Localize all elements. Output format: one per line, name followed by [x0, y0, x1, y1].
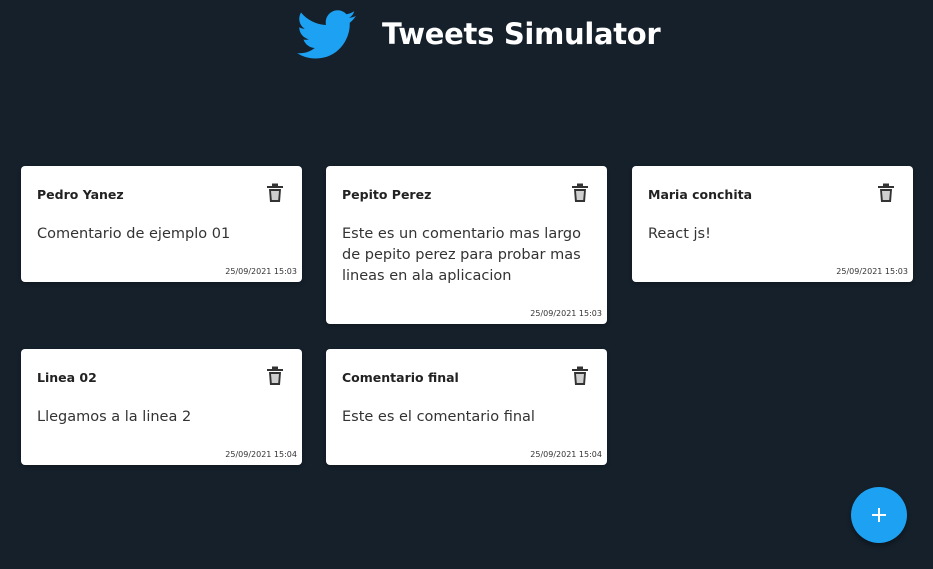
- tweet-date: 25/09/2021 15:03: [836, 267, 908, 276]
- tweet-date: 25/09/2021 15:04: [225, 450, 297, 459]
- app-header: Tweets Simulator: [0, 0, 933, 75]
- plus-icon: [872, 508, 886, 522]
- trash-icon[interactable]: [266, 183, 284, 203]
- tweet-text: Comentario de ejemplo 01: [37, 226, 231, 242]
- tweet-card: Linea 02 Llegamos a la linea 2 25/09/202…: [21, 349, 302, 465]
- tweet-user: Linea 02: [37, 370, 97, 385]
- tweet-text: Este es un comentario mas largo de pepit…: [342, 226, 581, 284]
- twitter-bird-icon: [297, 10, 356, 59]
- trash-icon[interactable]: [571, 183, 589, 203]
- tweet-user: Comentario final: [342, 370, 459, 385]
- trash-icon[interactable]: [877, 183, 895, 203]
- tweet-card: Maria conchita React js! 25/09/2021 15:0…: [632, 166, 913, 282]
- tweet-date: 25/09/2021 15:04: [530, 450, 602, 459]
- tweet-text: React js!: [648, 226, 711, 242]
- tweet-text: Este es el comentario final: [342, 409, 535, 425]
- add-tweet-button[interactable]: [851, 487, 907, 543]
- tweet-user: Pedro Yanez: [37, 187, 124, 202]
- trash-icon[interactable]: [266, 366, 284, 386]
- tweet-card: Comentario final Este es el comentario f…: [326, 349, 607, 465]
- tweet-user: Maria conchita: [648, 187, 753, 202]
- tweet-card: Pepito Perez Este es un comentario mas l…: [326, 166, 607, 324]
- tweet-date: 25/09/2021 15:03: [225, 267, 297, 276]
- trash-icon[interactable]: [571, 366, 589, 386]
- tweet-date: 25/09/2021 15:03: [530, 309, 602, 318]
- tweet-text: Llegamos a la linea 2: [37, 409, 192, 425]
- app-title: Tweets Simulator: [382, 17, 661, 51]
- tweet-user: Pepito Perez: [342, 187, 432, 202]
- tweet-card: Pedro Yanez Comentario de ejemplo 01 25/…: [21, 166, 302, 282]
